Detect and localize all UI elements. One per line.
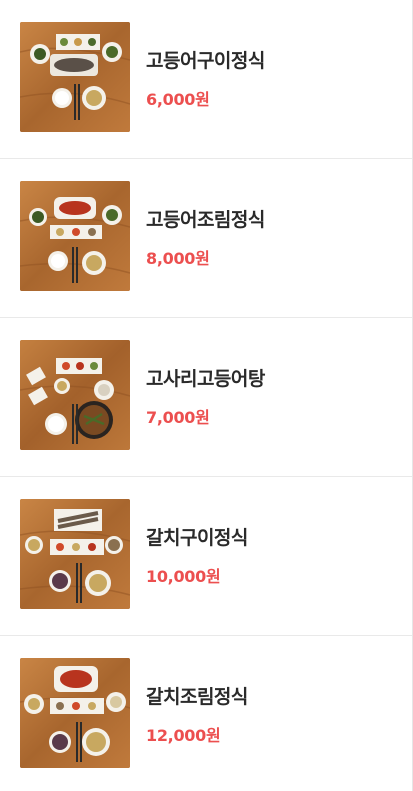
- food-photo-icon: [20, 340, 130, 450]
- food-photo-icon: [20, 181, 130, 291]
- menu-item-price: 12,000원: [146, 726, 221, 745]
- menu-item-price: 6,000원: [146, 90, 210, 109]
- menu-item-name: 갈치조림정식: [146, 686, 248, 708]
- menu-item[interactable]: 갈치조림정식 12,000원: [0, 636, 412, 791]
- menu-item-name: 갈치구이정식: [146, 527, 248, 549]
- menu-item-price: 7,000원: [146, 408, 210, 427]
- food-photo-icon: [20, 499, 130, 609]
- menu-item-name: 고사리고등어탕: [146, 368, 265, 390]
- menu-list: 고등어구이정식 6,000원 고등어조림정식 8,000원 고사리고등어탕 7,…: [0, 0, 413, 791]
- menu-item-price: 10,000원: [146, 567, 221, 586]
- menu-item[interactable]: 갈치구이정식 10,000원: [0, 477, 412, 636]
- menu-item[interactable]: 고등어구이정식 6,000원: [0, 0, 412, 159]
- menu-item[interactable]: 고사리고등어탕 7,000원: [0, 318, 412, 477]
- menu-item[interactable]: 고등어조림정식 8,000원: [0, 159, 412, 318]
- food-photo-icon: [20, 658, 130, 768]
- menu-item-price: 8,000원: [146, 249, 210, 268]
- food-photo-icon: [20, 22, 130, 132]
- menu-item-name: 고등어조림정식: [146, 209, 265, 231]
- menu-item-name: 고등어구이정식: [146, 50, 265, 72]
